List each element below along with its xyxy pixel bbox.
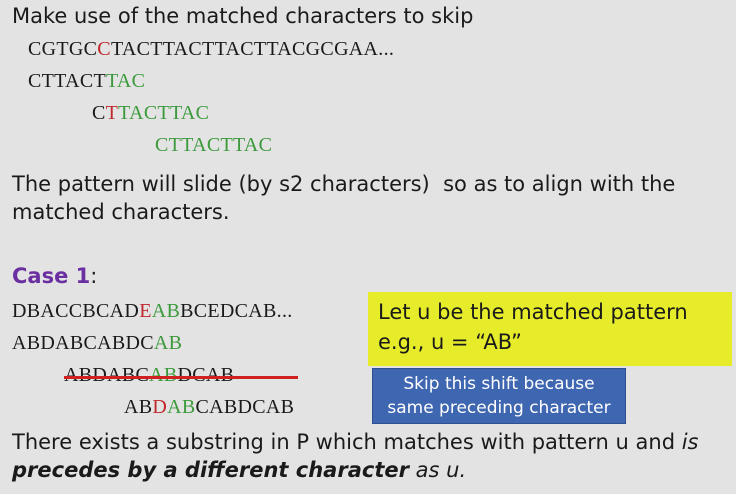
case-pattern-3-post: CABDCAB [195, 396, 295, 418]
case-colon: : [90, 264, 98, 288]
case-pattern-2-matched: AB [149, 364, 178, 386]
case-pattern-1-unmatched: ABDABCABDC [12, 332, 154, 354]
explanation-line-2: matched characters. [12, 200, 230, 224]
case-text-pre: DBACCBCAD [12, 300, 140, 322]
case-pattern-3-matched: AB [167, 396, 196, 418]
footer-part-4: as u. [408, 458, 467, 482]
pattern-3-matched: CTTACTTAC [155, 134, 273, 156]
case-heading: Case 1: [12, 264, 97, 288]
pattern-alignment-1: CTTACTTAC [28, 70, 145, 93]
strikethrough-line [64, 376, 298, 379]
callout-blue-line-2: same preceding character [387, 398, 611, 418]
case-pattern-3-pre: AB [124, 396, 153, 418]
explanation-line-1: The pattern will slide (by s2 characters… [12, 172, 676, 196]
case-text-string: DBACCBCADEABBCEDCAB... [12, 300, 293, 323]
callout-yellow-line-2: e.g., u = “AB” [378, 330, 522, 354]
pattern-2-matched: TACTTAC [118, 102, 210, 124]
footer-line-1: There exists a substring in P which matc… [12, 430, 698, 454]
text-string-post: TACTTACTTACTTACGCGAA... [110, 38, 395, 60]
text-string-pre: CGTGC [28, 38, 98, 60]
slide-heading: Make use of the matched characters to sk… [12, 4, 474, 28]
pattern-alignment-2: CTTACTTAC [92, 102, 209, 125]
matched-pattern-callout: Let u be the matched pattern e.g., u = “… [368, 292, 732, 366]
case-pattern-1: ABDABCABDCAB [12, 332, 182, 355]
pattern-2-unmatched: C [92, 102, 106, 124]
footer-line-2: precedes by a different character as u. [12, 458, 466, 482]
pattern-alignment-3: CTTACTTAC [155, 134, 272, 157]
callout-yellow-line-1: Let u be the matched pattern [378, 300, 688, 324]
pattern-1-matched: TAC [105, 70, 146, 92]
case-pattern-3-preceding-char: D [152, 396, 168, 418]
pattern-2-preceding-char: T [105, 102, 119, 124]
footer-part-1: There exists a substring in P which matc… [12, 430, 682, 454]
callout-blue-line-1: Skip this shift because [403, 374, 595, 394]
case-pattern-3: ABDABCABDCAB [124, 396, 294, 419]
case-pattern-2-post: DCAB [177, 364, 235, 386]
case-label: Case 1 [12, 264, 91, 288]
text-string: CGTGCCTACTTACTTACTTACGCGAA... [28, 38, 394, 61]
case-text-matched: AB [151, 300, 181, 322]
text-string-mismatch: C [97, 38, 111, 60]
footer-part-3: precedes by a different character [12, 458, 409, 482]
pattern-1-unmatched: CTTACT [28, 70, 106, 92]
case-text-post: BCEDCAB... [180, 300, 293, 322]
footer-part-2: is [681, 430, 699, 454]
skip-shift-callout: Skip this shift because same preceding c… [372, 368, 626, 424]
case-pattern-2-pre: ABDABC [64, 364, 150, 386]
case-text-mismatch: E [139, 300, 152, 322]
case-pattern-1-matched: AB [153, 332, 183, 354]
